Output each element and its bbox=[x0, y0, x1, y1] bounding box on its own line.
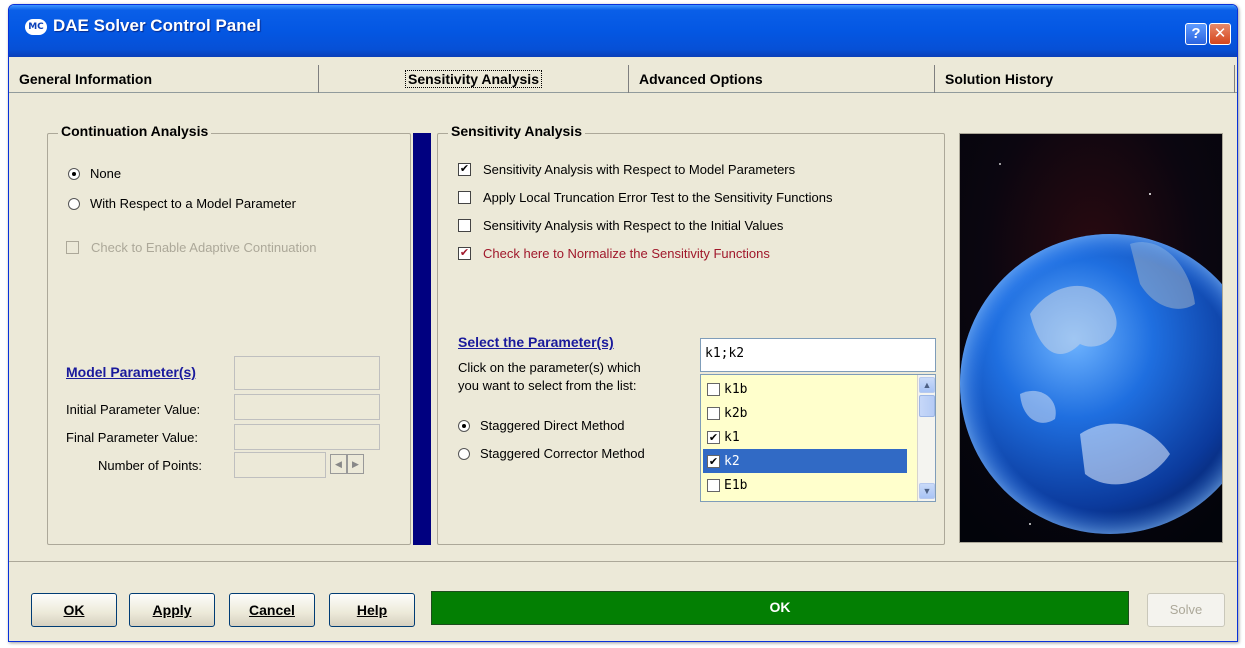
select-parameters-link[interactable]: Select the Parameter(s) bbox=[458, 334, 614, 350]
initial-parameter-label: Initial Parameter Value: bbox=[66, 402, 201, 417]
tab-label: Advanced Options bbox=[639, 71, 763, 87]
final-parameter-field[interactable] bbox=[234, 424, 380, 450]
checkbox-label: Sensitivity Analysis with Respect to the… bbox=[483, 218, 784, 233]
number-of-points-field[interactable] bbox=[234, 452, 326, 478]
close-window-button[interactable]: ✕ bbox=[1209, 23, 1231, 45]
adaptive-continuation-checkbox[interactable]: Check to Enable Adaptive Continuation bbox=[66, 240, 317, 255]
sensitivity-initial-values-checkbox[interactable]: Sensitivity Analysis with Respect to the… bbox=[458, 218, 783, 233]
model-parameter-field[interactable] bbox=[234, 356, 380, 390]
continuation-group-title: Continuation Analysis bbox=[58, 123, 212, 139]
radio-unselected-icon bbox=[458, 447, 470, 460]
tab-label: General Information bbox=[19, 71, 153, 87]
divider-bar bbox=[413, 133, 431, 545]
continuation-none-radio[interactable]: None bbox=[68, 166, 121, 181]
cancel-button[interactable]: Cancel bbox=[229, 593, 315, 627]
tab-advanced-options[interactable]: Advanced Options bbox=[629, 65, 935, 93]
checkbox-icon bbox=[66, 241, 79, 254]
checkbox-icon[interactable] bbox=[707, 406, 720, 420]
number-of-points-spinner[interactable]: ◀ ▶ bbox=[330, 454, 364, 474]
button-label: OK bbox=[63, 602, 85, 618]
checkbox-icon bbox=[458, 219, 471, 232]
checkbox-label: Sensitivity Analysis with Respect to Mod… bbox=[483, 162, 796, 177]
checkmark-icon[interactable]: ✔ bbox=[707, 430, 720, 444]
tab-strip: General Information Sensitivity Analysis… bbox=[9, 65, 1237, 93]
list-item-label: k1 bbox=[724, 429, 740, 445]
checkmark-icon: ✔ bbox=[458, 247, 471, 260]
left-arrow-icon[interactable]: ◀ bbox=[330, 454, 347, 474]
checkbox-icon bbox=[458, 191, 471, 204]
earth-globe-image bbox=[959, 133, 1223, 543]
bottom-separator bbox=[9, 561, 1237, 562]
list-item-e1b[interactable]: E1b bbox=[703, 473, 907, 497]
local-truncation-error-checkbox[interactable]: Apply Local Truncation Error Test to the… bbox=[458, 190, 832, 205]
checkbox-label: Check to Enable Adaptive Continuation bbox=[91, 240, 317, 255]
checkmark-icon[interactable]: ✔ bbox=[707, 454, 720, 468]
list-item-label: k2 bbox=[724, 453, 740, 469]
checkbox-icon[interactable] bbox=[707, 382, 720, 396]
scroll-thumb[interactable] bbox=[919, 395, 935, 417]
radio-label: With Respect to a Model Parameter bbox=[90, 196, 296, 211]
staggered-direct-radio[interactable]: Staggered Direct Method bbox=[458, 418, 625, 433]
normalize-sensitivity-checkbox[interactable]: ✔ Check here to Normalize the Sensitivit… bbox=[458, 246, 770, 261]
ok-button[interactable]: OK bbox=[31, 593, 117, 627]
continuation-analysis-group: Continuation Analysis None With Respect … bbox=[47, 123, 411, 545]
tab-sensitivity-analysis[interactable]: Sensitivity Analysis bbox=[319, 65, 629, 93]
checkbox-label: Apply Local Truncation Error Test to the… bbox=[483, 190, 833, 205]
sensitivity-model-params-checkbox[interactable]: ✔ Sensitivity Analysis with Respect to M… bbox=[458, 162, 795, 177]
instruction-line-2: you want to select from the list: bbox=[458, 378, 637, 393]
radio-label: None bbox=[90, 166, 122, 181]
dae-solver-window: MC DAE Solver Control Panel ? ✕ General … bbox=[8, 4, 1238, 642]
list-item-label: E1b bbox=[724, 477, 748, 493]
title-bar[interactable]: MC DAE Solver Control Panel ? ✕ bbox=[9, 5, 1237, 57]
tab-label: Sensitivity Analysis bbox=[405, 70, 542, 88]
initial-parameter-field[interactable] bbox=[234, 394, 380, 420]
parameter-listbox[interactable]: k1b k2b ✔ k1 ✔ k2 E1b ▲ ▼ bbox=[700, 374, 936, 502]
scroll-up-icon[interactable]: ▲ bbox=[919, 377, 935, 393]
radio-selected-icon bbox=[68, 167, 80, 180]
checkmark-icon: ✔ bbox=[458, 163, 471, 176]
solve-button[interactable]: Solve bbox=[1147, 593, 1225, 627]
radio-unselected-icon bbox=[68, 197, 80, 210]
list-item-label: k2b bbox=[724, 405, 748, 421]
button-label: Cancel bbox=[249, 602, 295, 618]
continuation-model-parameter-radio[interactable]: With Respect to a Model Parameter bbox=[68, 196, 296, 211]
button-label: Apply bbox=[152, 602, 192, 618]
help-button[interactable]: Help bbox=[329, 593, 415, 627]
selected-parameters-field[interactable]: k1;k2 bbox=[700, 338, 936, 372]
radio-label: Staggered Direct Method bbox=[480, 418, 625, 433]
model-parameters-link[interactable]: Model Parameter(s) bbox=[66, 364, 196, 380]
staggered-corrector-radio[interactable]: Staggered Corrector Method bbox=[458, 446, 645, 461]
app-logo-icon: MC bbox=[25, 19, 47, 35]
list-item-k1b[interactable]: k1b bbox=[703, 377, 907, 401]
tab-general-information[interactable]: General Information bbox=[9, 65, 319, 93]
checkbox-icon[interactable] bbox=[707, 478, 720, 492]
right-arrow-icon[interactable]: ▶ bbox=[347, 454, 364, 474]
sensitivity-analysis-group: Sensitivity Analysis ✔ Sensitivity Analy… bbox=[437, 123, 945, 545]
status-bar: OK bbox=[431, 591, 1129, 625]
list-item-label: k1b bbox=[724, 381, 748, 397]
sensitivity-group-title: Sensitivity Analysis bbox=[448, 123, 585, 139]
final-parameter-label: Final Parameter Value: bbox=[66, 430, 198, 445]
radio-selected-icon bbox=[458, 419, 470, 432]
listbox-scrollbar[interactable]: ▲ ▼ bbox=[917, 375, 935, 501]
tab-label: Solution History bbox=[945, 71, 1054, 87]
list-item-k2[interactable]: ✔ k2 bbox=[703, 449, 907, 473]
list-item-k2b[interactable]: k2b bbox=[703, 401, 907, 425]
apply-button[interactable]: Apply bbox=[129, 593, 215, 627]
window-title: DAE Solver Control Panel bbox=[53, 16, 261, 35]
globe-graphic bbox=[960, 134, 1222, 542]
scroll-down-icon[interactable]: ▼ bbox=[919, 483, 935, 499]
instruction-line-1: Click on the parameter(s) which bbox=[458, 360, 641, 375]
checkbox-label: Check here to Normalize the Sensitivity … bbox=[483, 246, 770, 261]
tab-solution-history[interactable]: Solution History bbox=[935, 65, 1235, 93]
radio-label: Staggered Corrector Method bbox=[480, 446, 645, 461]
button-label: Help bbox=[356, 602, 388, 618]
help-title-button[interactable]: ? bbox=[1185, 23, 1207, 45]
number-of-points-label: Number of Points: bbox=[98, 458, 203, 473]
list-item-k1[interactable]: ✔ k1 bbox=[703, 425, 907, 449]
